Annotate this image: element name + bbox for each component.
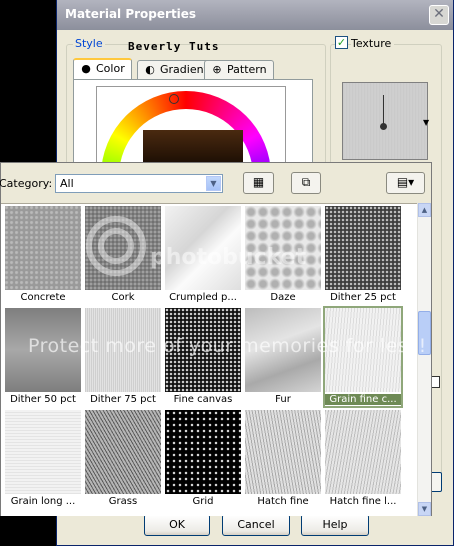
- texture-checkbox[interactable]: ✓: [335, 36, 348, 49]
- scroll-down-arrow-icon[interactable]: ▼: [418, 502, 431, 516]
- tab-color-label: Color: [96, 62, 125, 75]
- texture-checkbox-label: Texture: [351, 37, 395, 50]
- color-tab-icon: ●: [81, 62, 91, 75]
- texture-name: Fine canvas: [173, 394, 233, 405]
- tab-gradient-label: Gradient: [160, 63, 208, 76]
- browse-button[interactable]: ▦: [243, 172, 274, 194]
- close-icon: ✕: [433, 6, 445, 22]
- texture-name: Cork: [111, 292, 135, 303]
- texture-thumbnail[interactable]: [245, 410, 321, 494]
- dropdown-arrow-icon[interactable]: ▼: [206, 176, 221, 191]
- help-button[interactable]: Help: [301, 514, 369, 536]
- texture-thumbnail[interactable]: [325, 410, 401, 494]
- texture-dropdown-arrow-icon[interactable]: ▼: [423, 118, 429, 127]
- browse-icon: ▦: [252, 175, 265, 189]
- texture-name: Dither 50 pct: [10, 394, 76, 405]
- texture-item[interactable]: Concrete: [5, 206, 85, 308]
- texture-thumbnail[interactable]: [5, 206, 81, 290]
- title-bar[interactable]: Material Properties ✕: [57, 0, 453, 30]
- texture-item[interactable]: Fine canvas: [165, 308, 245, 410]
- texture-item[interactable]: Hatch fine l...: [325, 410, 405, 512]
- hue-selector-knob[interactable]: [169, 94, 179, 104]
- texture-name: Hatch fine l...: [329, 496, 397, 507]
- texture-item[interactable]: Grass: [85, 410, 165, 512]
- texture-thumbnail[interactable]: [85, 410, 161, 494]
- close-button[interactable]: ✕: [429, 5, 449, 25]
- texture-item[interactable]: Dither 50 pct: [5, 308, 85, 410]
- view-options-button[interactable]: ▤▾: [386, 172, 425, 194]
- texture-item[interactable]: Grain long ...: [5, 410, 85, 512]
- cancel-button[interactable]: Cancel: [222, 514, 290, 536]
- vertical-scrollbar[interactable]: ▲ ▼: [417, 203, 431, 516]
- category-value: All: [60, 177, 74, 190]
- texture-name: Dither 75 pct: [90, 394, 156, 405]
- texture-name: Hatch fine: [257, 496, 309, 507]
- category-label: Category:: [0, 177, 53, 190]
- texture-name: Daze: [270, 292, 296, 303]
- copy-button[interactable]: ⧉: [291, 172, 321, 194]
- scroll-up-arrow-icon[interactable]: ▲: [418, 203, 431, 217]
- texture-thumbnail[interactable]: [165, 410, 241, 494]
- texture-preview[interactable]: [342, 82, 428, 160]
- style-group-label: Style: [73, 37, 105, 50]
- tab-color[interactable]: ● Color: [73, 58, 132, 80]
- preview-angle-line: [383, 95, 384, 125]
- texture-item[interactable]: Dither 25 pct: [325, 206, 405, 308]
- ok-button[interactable]: OK: [144, 514, 210, 536]
- texture-item[interactable]: Dither 75 pct: [85, 308, 165, 410]
- copy-icon: ⧉: [301, 175, 311, 189]
- texture-item[interactable]: Hatch fine: [245, 410, 325, 512]
- texture-item[interactable]: Grid: [165, 410, 245, 512]
- gradient-tab-icon: ◐: [145, 63, 155, 76]
- texture-name: Grain fine c...: [325, 394, 401, 405]
- dialog-title: Material Properties: [65, 7, 197, 21]
- view-options-icon: ▤▾: [396, 175, 415, 189]
- preview-angle-handle[interactable]: [380, 123, 387, 130]
- category-select[interactable]: All ▼: [55, 174, 223, 193]
- texture-name: Fur: [275, 394, 291, 405]
- watermark-ring-inner: [98, 228, 134, 264]
- texture-name: Concrete: [20, 292, 66, 303]
- texture-thumbnail[interactable]: [5, 410, 81, 494]
- brand-text: Beverly Tuts: [128, 40, 220, 53]
- texture-thumbnail[interactable]: [325, 206, 401, 290]
- watermark-logo: photobucket: [150, 245, 307, 270]
- texture-item[interactable]: Grain fine c...: [323, 306, 405, 410]
- pattern-tab-icon: ⊕: [212, 63, 222, 76]
- tab-pattern-label: Pattern: [227, 63, 267, 76]
- texture-name: Grain long ...: [10, 496, 76, 507]
- texture-name: Dither 25 pct: [330, 292, 396, 303]
- watermark-text: Protect more of your memories for less!: [28, 335, 427, 357]
- texture-item[interactable]: Fur: [245, 308, 325, 410]
- texture-name: Grid: [192, 496, 214, 507]
- texture-name: Grass: [108, 496, 138, 507]
- texture-name: Crumpled p...: [169, 292, 237, 303]
- tab-pattern[interactable]: ⊕ Pattern: [204, 60, 274, 80]
